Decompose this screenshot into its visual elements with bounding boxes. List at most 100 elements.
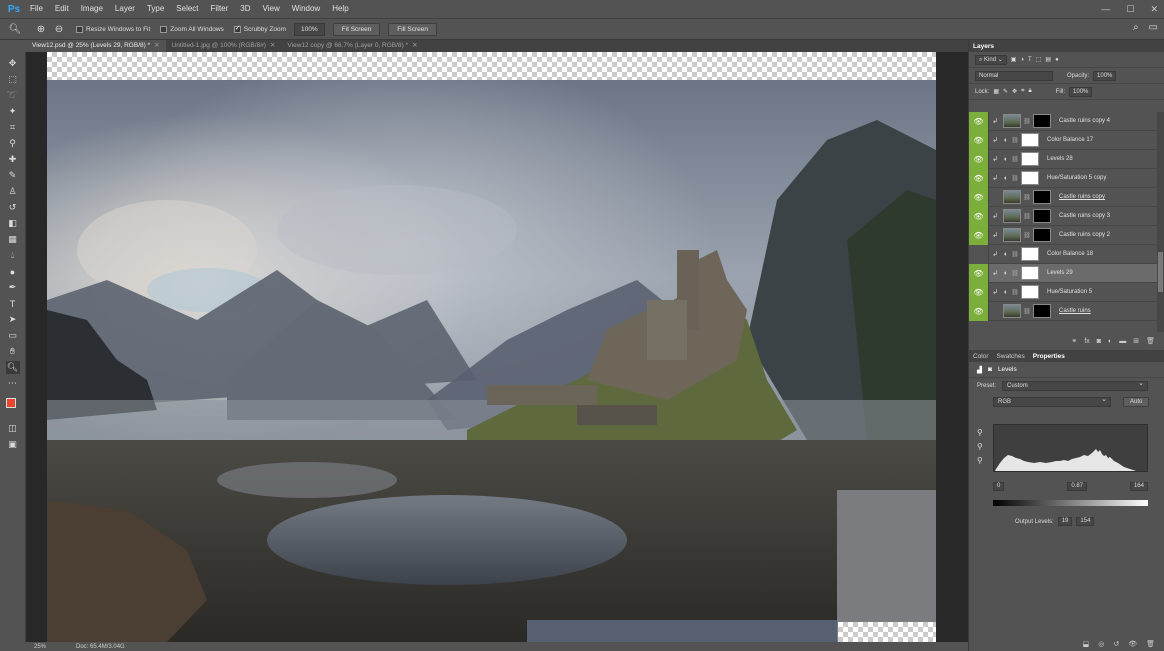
doc-size-readout[interactable]: Doc: 65.4M/3.04G	[76, 644, 125, 650]
layer-mask-thumbnail[interactable]	[1033, 304, 1051, 318]
visibility-eye-icon[interactable]: 👁︎	[969, 168, 989, 188]
reset-icon[interactable]: ↺	[1113, 640, 1119, 648]
chain-link-icon[interactable]: ⛓	[1023, 213, 1031, 220]
crop-tool-icon[interactable]: ⌗	[6, 121, 20, 134]
chain-link-icon[interactable]: ⛓	[1011, 137, 1019, 144]
lock-position-icon[interactable]: ✥	[1012, 88, 1017, 95]
rectangle-tool-icon[interactable]: ▭	[6, 329, 20, 342]
minimize-icon[interactable]: —	[1101, 4, 1110, 14]
lock-pixels-icon[interactable]: ✎	[1003, 88, 1008, 95]
fill-screen-button[interactable]: Fill Screen	[388, 22, 438, 36]
quick-mask-icon[interactable]: ◫	[6, 422, 20, 435]
dodge-tool-icon[interactable]: ●	[6, 265, 20, 278]
clip-to-layer-icon[interactable]: ⬓	[1083, 640, 1090, 648]
clone-stamp-icon[interactable]: ♙	[6, 185, 20, 198]
layer-mask-thumbnail[interactable]	[1021, 266, 1039, 280]
layer-mask-thumbnail[interactable]	[1033, 228, 1051, 242]
chain-link-icon[interactable]: ⛓	[1011, 251, 1019, 258]
maximize-icon[interactable]: ☐	[1126, 4, 1134, 15]
filter-pixel-icon[interactable]: ▣	[1011, 56, 1017, 63]
lock-transparent-icon[interactable]: ▦	[993, 88, 999, 95]
resize-windows-checkbox[interactable]: Resize Windows to Fit	[76, 25, 150, 33]
visibility-eye-icon[interactable]	[969, 244, 989, 264]
layer-mask-thumbnail[interactable]	[1021, 133, 1039, 147]
chain-link-icon[interactable]: ⛓	[1023, 308, 1031, 315]
layers-scrollbar[interactable]	[1157, 112, 1164, 332]
layer-row[interactable]: 👁︎ ↲ ◐ ⛓ Levels 29	[969, 263, 1157, 283]
layer-row[interactable]: 👁︎ ↲ ⛓ Castle ruins copy 3	[969, 206, 1157, 226]
color-swatches[interactable]	[5, 397, 21, 413]
path-selection-icon[interactable]: ➤	[6, 313, 20, 326]
layer-mask-thumbnail[interactable]	[1021, 152, 1039, 166]
new-adjustment-icon[interactable]: ◐	[1108, 338, 1112, 345]
chain-link-icon[interactable]: ⛓	[1023, 118, 1031, 125]
menu-image[interactable]: Image	[75, 0, 109, 18]
menu-type[interactable]: Type	[141, 0, 170, 18]
visibility-eye-icon[interactable]: 👁︎	[969, 225, 989, 245]
zoom-out-icon[interactable]: ⊖	[52, 22, 66, 36]
visibility-eye-icon[interactable]: 👁︎	[969, 263, 989, 283]
auto-button[interactable]: Auto	[1123, 397, 1150, 407]
visibility-eye-icon[interactable]: 👁︎	[969, 301, 989, 321]
marquee-tool-icon[interactable]: ⬚	[6, 73, 20, 86]
fit-screen-button[interactable]: Fit Screen	[332, 22, 381, 36]
gradient-tool-icon[interactable]: ▦	[6, 233, 20, 246]
layer-row[interactable]: 👁︎ ↲ ◐ ⛓ Hue/Saturation 5	[969, 282, 1157, 302]
menu-window[interactable]: Window	[286, 0, 326, 18]
lock-artboard-icon[interactable]: ⌗	[1021, 88, 1024, 95]
layer-mask-thumbnail[interactable]	[1021, 171, 1039, 185]
filter-type-icon[interactable]: T	[1028, 57, 1032, 63]
zoom-tool-icon[interactable]: 🔍︎	[5, 361, 20, 374]
layer-row[interactable]: ↲ ◐ ⛓ Color Balance 18	[969, 244, 1157, 264]
canvas-area[interactable]	[26, 52, 968, 642]
chain-link-icon[interactable]: ⛓	[1023, 194, 1031, 201]
tab-untitled-1[interactable]: Untitled-1.jpg @ 100% (RGB/8#) ✕	[166, 40, 282, 52]
chain-link-icon[interactable]: ⛓	[1011, 289, 1019, 296]
input-white-field[interactable]: 164	[1129, 482, 1148, 491]
add-mask-icon[interactable]: ◙	[1097, 338, 1101, 345]
menu-view[interactable]: View	[257, 0, 286, 18]
menu-file[interactable]: File	[24, 0, 49, 18]
kind-filter-dropdown[interactable]: ⌕ Kind ⌄	[975, 54, 1007, 65]
layer-mask-thumbnail[interactable]	[1033, 114, 1051, 128]
chain-link-icon[interactable]: ⛓	[1023, 232, 1031, 239]
lasso-tool-icon[interactable]: ➰	[6, 89, 20, 102]
healing-brush-icon[interactable]: ✚	[6, 153, 20, 166]
gray-point-eyedropper-icon[interactable]: ⚲	[977, 442, 983, 451]
eraser-tool-icon[interactable]: ◧	[6, 217, 20, 230]
black-point-eyedropper-icon[interactable]: ⚲	[977, 428, 983, 437]
artwork-image[interactable]	[47, 80, 936, 642]
tab-layers[interactable]: Layers	[973, 43, 994, 50]
history-brush-icon[interactable]: ↺	[6, 201, 20, 214]
visibility-eye-icon[interactable]: 👁︎	[969, 187, 989, 207]
magic-wand-icon[interactable]: ✦	[6, 105, 20, 118]
layer-row[interactable]: 👁︎ ↲ ◐ ⛓ Levels 28	[969, 149, 1157, 169]
layer-mask-thumbnail[interactable]	[1021, 285, 1039, 299]
visibility-eye-icon[interactable]: 👁︎	[969, 282, 989, 302]
layer-mask-thumbnail[interactable]	[1033, 209, 1051, 223]
close-tab-icon[interactable]: ✕	[154, 40, 159, 52]
layer-row[interactable]: 👁︎ ⛓ Castle ruins copy	[969, 187, 1157, 207]
filter-adjustment-icon[interactable]: ◑	[1020, 57, 1024, 63]
layer-row[interactable]: 👁︎ ↲ ⛓ Castle ruins copy 2	[969, 225, 1157, 245]
close-window-icon[interactable]: ✕	[1150, 4, 1158, 15]
menu-select[interactable]: Select	[170, 0, 204, 18]
layer-row[interactable]: 👁︎ ↲ ◐ ⛓ Hue/Saturation 5 copy	[969, 168, 1157, 188]
scrubby-zoom-checkbox[interactable]: Scrubby Zoom	[233, 24, 286, 33]
opacity-field[interactable]: 100%	[1093, 70, 1117, 81]
pen-tool-icon[interactable]: ✒	[6, 281, 20, 294]
new-layer-icon[interactable]: ⊞	[1133, 337, 1139, 345]
new-group-icon[interactable]: ▬	[1119, 338, 1126, 345]
tab-view12-psd[interactable]: View12.psd @ 25% (Levels 29, RGB/8) * ✕	[26, 40, 166, 52]
tab-view12-copy[interactable]: View12 copy @ 66.7% (Layer 0, RGB/8) * ✕	[281, 40, 423, 52]
zoom-readout[interactable]: 25%	[34, 644, 46, 650]
toggle-visibility-icon[interactable]: 👁︎	[1128, 640, 1137, 648]
move-tool-icon[interactable]: ✥	[6, 57, 20, 70]
type-tool-icon[interactable]: T	[6, 297, 20, 310]
tab-swatches[interactable]: Swatches	[997, 353, 1025, 360]
input-black-field[interactable]: 0	[993, 482, 1005, 491]
visibility-eye-icon[interactable]: 👁︎	[969, 149, 989, 169]
tab-properties[interactable]: Properties	[1033, 353, 1065, 360]
menu-layer[interactable]: Layer	[109, 0, 141, 18]
layer-row[interactable]: 👁︎ ⛓ Castle ruins	[969, 301, 1157, 321]
